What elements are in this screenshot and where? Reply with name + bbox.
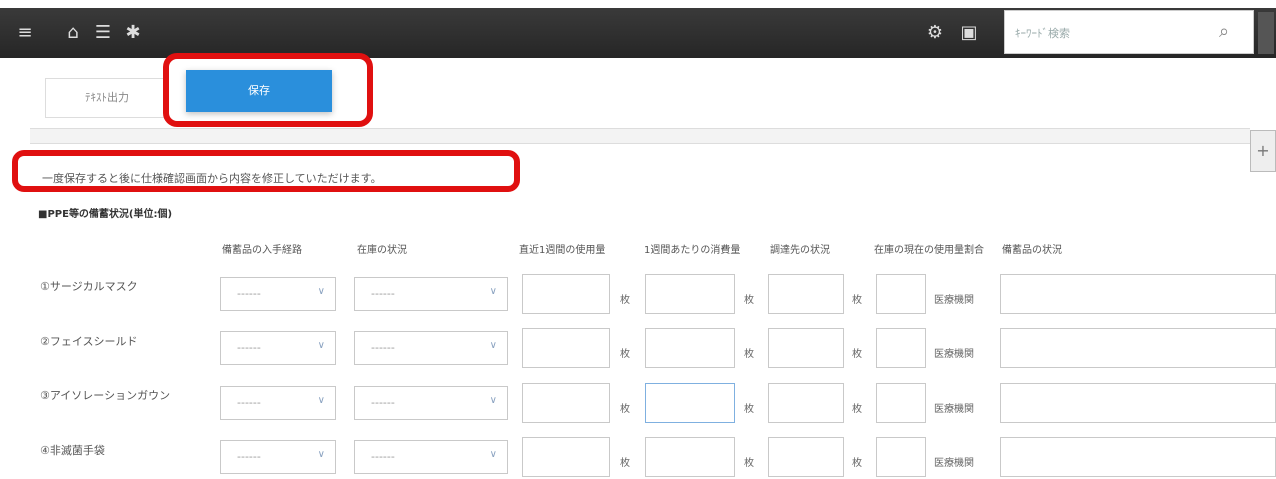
select-value: ------ [237, 396, 261, 409]
row-label: ③アイソレーションガウン [40, 389, 171, 402]
select-value: ------ [371, 341, 395, 354]
supplier-input[interactable] [768, 383, 844, 423]
unit-label: 枚 [620, 349, 630, 360]
status-input[interactable] [1000, 383, 1276, 423]
weekly-consumption-input[interactable] [645, 383, 735, 423]
weekly-usage-input[interactable] [522, 383, 610, 423]
source-select[interactable]: ------ ∨ [220, 386, 336, 420]
kind-label: 医療機関 [934, 349, 974, 360]
select-value: ------ [237, 450, 261, 463]
col-header: 調達先の状況 [770, 245, 830, 256]
unit-label: 枚 [620, 404, 630, 415]
supplier-input[interactable] [768, 437, 844, 477]
col-header: 在庫の状況 [357, 245, 407, 256]
weekly-consumption-input[interactable] [645, 274, 735, 314]
col-header: 直近1週間の使用量 [519, 245, 606, 256]
row-label: ④非滅菌手袋 [40, 444, 105, 457]
unit-label: 枚 [852, 404, 862, 415]
unit-label: 枚 [852, 458, 862, 469]
select-value: ------ [371, 450, 395, 463]
stock-select[interactable]: ------ ∨ [354, 331, 508, 365]
weekly-usage-input[interactable] [522, 274, 610, 314]
kind-label: 医療機関 [934, 295, 974, 306]
col-header: 在庫の現在の使用量割合 [874, 245, 984, 256]
unit-label: 枚 [744, 349, 754, 360]
star-icon[interactable]: ✱ [122, 22, 144, 44]
chevron-down-icon: ∨ [317, 395, 325, 406]
top-toolbar: ≡ ⌂ ☰ ✱ ⚙ ▣ ｷｰﾜｰﾄﾞ検索 ⌕ [0, 8, 1276, 58]
highlight-box-save [163, 53, 373, 127]
stock-select[interactable]: ------ ∨ [354, 277, 508, 311]
unit-label: 枚 [744, 458, 754, 469]
text-output-button[interactable]: ﾃｷｽﾄ出力 [45, 78, 169, 118]
ratio-input[interactable] [876, 437, 926, 477]
kind-label: 医療機関 [934, 404, 974, 415]
chevron-down-icon: ∨ [489, 286, 497, 297]
settings-icon[interactable]: ⚙ [924, 22, 946, 44]
chevron-down-icon: ∨ [489, 340, 497, 351]
menu-icon[interactable]: ≡ [14, 22, 36, 44]
weekly-consumption-input[interactable] [645, 437, 735, 477]
row-label: ②フェイスシールド [40, 335, 138, 348]
chevron-down-icon: ∨ [489, 395, 497, 406]
ratio-input[interactable] [876, 274, 926, 314]
chevron-down-icon: ∨ [317, 340, 325, 351]
supplier-input[interactable] [768, 328, 844, 368]
highlight-box-notice [12, 150, 520, 192]
ratio-input[interactable] [876, 328, 926, 368]
stock-select[interactable]: ------ ∨ [354, 440, 508, 474]
search-input[interactable]: ｷｰﾜｰﾄﾞ検索 [1015, 25, 1070, 41]
unit-label: 枚 [620, 458, 630, 469]
select-value: ------ [237, 341, 261, 354]
list-icon[interactable]: ☰ [92, 22, 114, 44]
scrollbar[interactable] [1258, 12, 1274, 54]
divider-bar [30, 128, 1250, 144]
ratio-input[interactable] [876, 383, 926, 423]
status-input[interactable] [1000, 274, 1276, 314]
chevron-down-icon: ∨ [317, 449, 325, 460]
status-input[interactable] [1000, 328, 1276, 368]
unit-label: 枚 [852, 295, 862, 306]
weekly-usage-input[interactable] [522, 437, 610, 477]
home-icon[interactable]: ⌂ [62, 22, 84, 44]
select-value: ------ [371, 396, 395, 409]
source-select[interactable]: ------ ∨ [220, 277, 336, 311]
expand-icon[interactable]: + [1250, 130, 1276, 172]
unit-label: 枚 [852, 349, 862, 360]
source-select[interactable]: ------ ∨ [220, 440, 336, 474]
weekly-consumption-input[interactable] [645, 328, 735, 368]
window-icon[interactable]: ▣ [958, 22, 980, 44]
chevron-down-icon: ∨ [489, 449, 497, 460]
kind-label: 医療機関 [934, 458, 974, 469]
source-select[interactable]: ------ ∨ [220, 331, 336, 365]
col-header: 備蓄品の入手経路 [222, 245, 302, 256]
unit-label: 枚 [744, 404, 754, 415]
row-label: ①サージカルマスク [40, 280, 138, 293]
col-header: 備蓄品の状況 [1002, 245, 1062, 256]
select-value: ------ [237, 287, 261, 300]
supplier-input[interactable] [768, 274, 844, 314]
status-input[interactable] [1000, 437, 1276, 477]
select-value: ------ [371, 287, 395, 300]
unit-label: 枚 [620, 295, 630, 306]
stock-select[interactable]: ------ ∨ [354, 386, 508, 420]
col-header: 1週間あたりの消費量 [644, 245, 741, 256]
weekly-usage-input[interactable] [522, 328, 610, 368]
search-icon[interactable]: ⌕ [1219, 21, 1229, 42]
search-box[interactable]: ｷｰﾜｰﾄﾞ検索 ⌕ [1004, 10, 1254, 54]
section-title: ■PPE等の備蓄状況(単位:個) [38, 209, 173, 220]
chevron-down-icon: ∨ [317, 286, 325, 297]
unit-label: 枚 [744, 295, 754, 306]
